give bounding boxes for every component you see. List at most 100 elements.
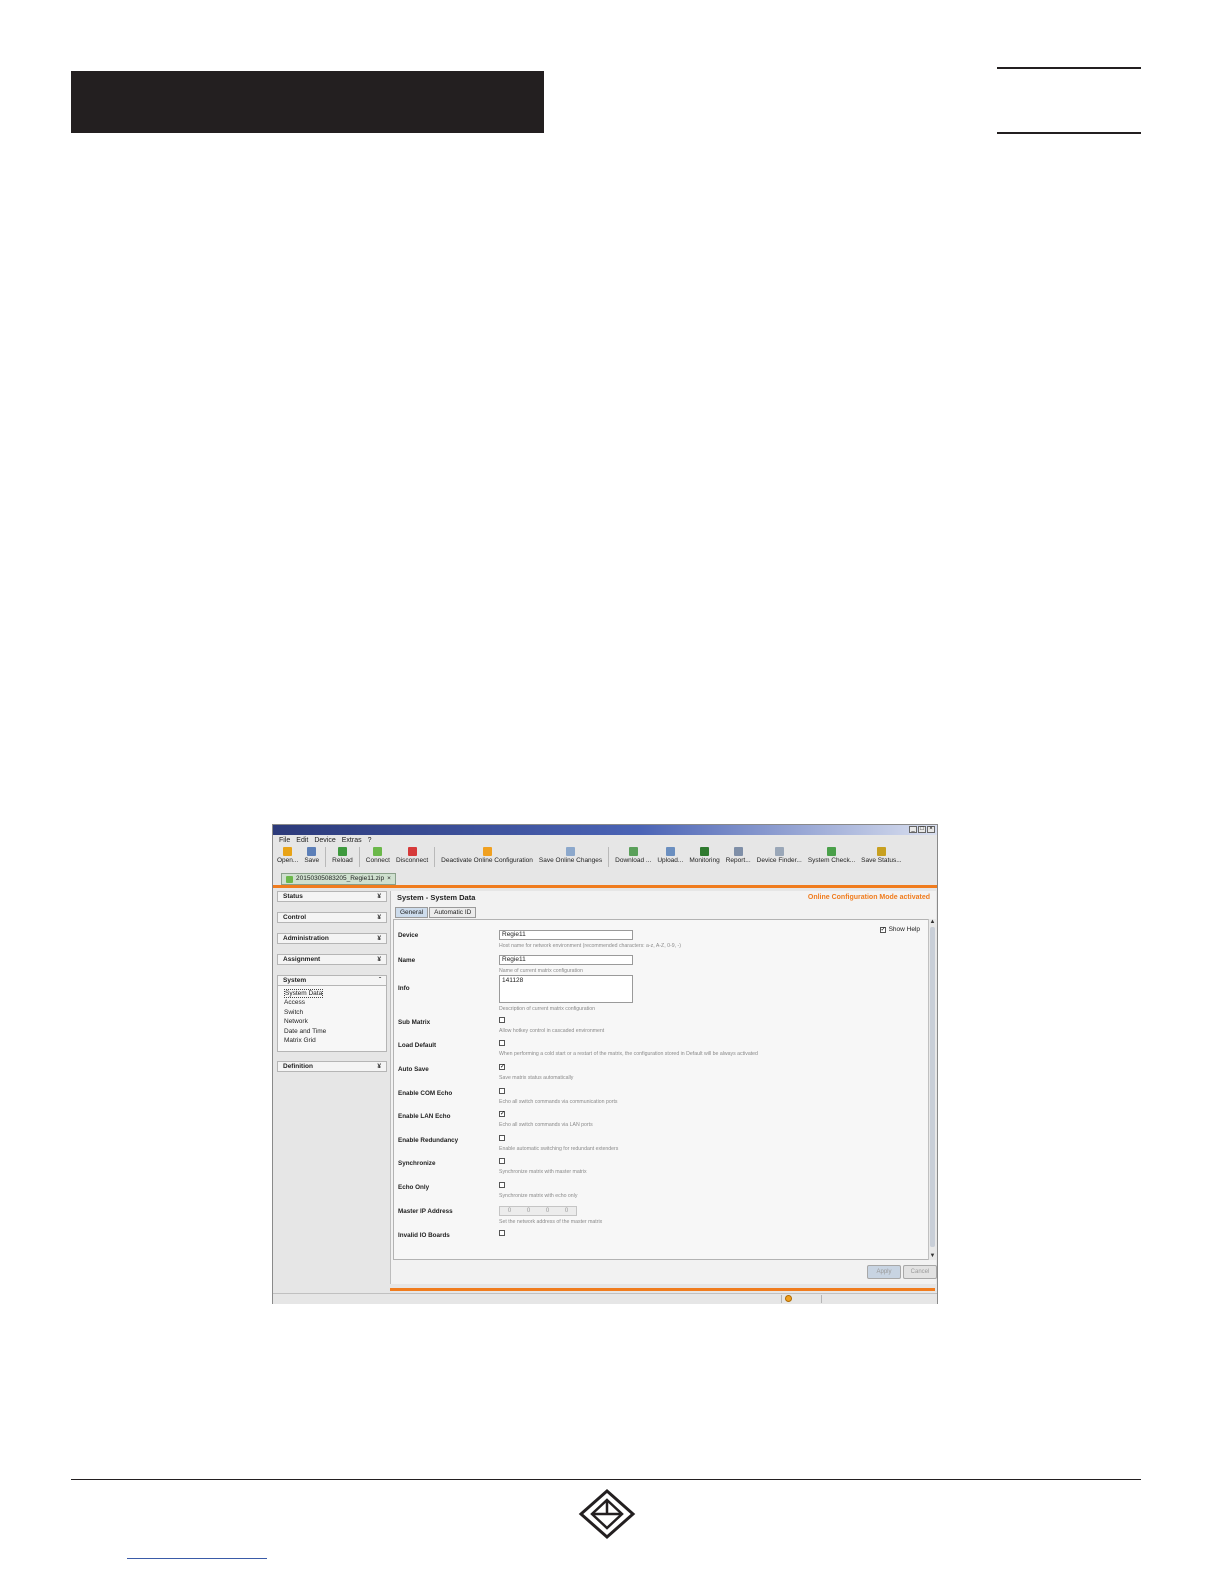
- menu-help[interactable]: ?: [368, 837, 372, 844]
- load-default-checkbox[interactable]: [499, 1040, 505, 1046]
- nav-section-definition[interactable]: Definition ¥: [277, 1061, 387, 1073]
- toolbar-label: Save: [304, 857, 320, 864]
- folder-open-icon: [283, 847, 293, 856]
- maximize-button[interactable]: □: [918, 826, 926, 833]
- sub-matrix-checkbox[interactable]: [499, 1017, 505, 1023]
- cancel-button[interactable]: Cancel: [903, 1265, 937, 1279]
- nav-section-status[interactable]: Status ¥: [277, 891, 387, 902]
- toolbar-button-upload[interactable]: Upload...: [657, 847, 683, 864]
- enable-lan-echo-label: Enable LAN Echo: [398, 1113, 451, 1120]
- toolbar-label: Monitoring: [689, 857, 720, 864]
- enable-redundancy-control: [499, 1135, 505, 1141]
- toolbar-label: Upload...: [657, 857, 684, 864]
- toolbar-label: Report...: [725, 857, 751, 864]
- document-tab[interactable]: 20150305083205_Regie11.zip ×: [281, 873, 396, 885]
- vertical-scrollbar[interactable]: ▲ ▼: [928, 919, 936, 1260]
- auto-save-checkbox[interactable]: ✓: [499, 1064, 505, 1070]
- menu-device[interactable]: Device: [314, 837, 335, 844]
- scrollbar-thumb[interactable]: [930, 927, 935, 1247]
- toolbar-button-save-status[interactable]: Save Status...: [861, 847, 902, 864]
- nav-item-matrix-grid[interactable]: Matrix Grid: [284, 1036, 380, 1045]
- scroll-down-icon[interactable]: ▼: [929, 1253, 936, 1260]
- tab-general[interactable]: General: [395, 907, 429, 918]
- toolbar-button-system-check[interactable]: System Check...: [808, 847, 855, 864]
- upload-icon: [665, 847, 675, 856]
- info-textarea[interactable]: 141128: [499, 975, 633, 1003]
- info-control: 141128: [499, 975, 633, 1003]
- navigation-panel: Status ¥ Control ¥ Administration ¥ Assi…: [277, 891, 387, 1082]
- device-label: Device: [398, 932, 419, 939]
- synchronize-checkbox[interactable]: [499, 1158, 505, 1164]
- menu-file[interactable]: File: [279, 837, 290, 844]
- echo-only-checkbox[interactable]: [499, 1182, 505, 1188]
- toolbar-button-online-config[interactable]: Deactivate Online Configuration: [441, 847, 533, 864]
- menu-extras[interactable]: Extras: [342, 837, 362, 844]
- enable-lan-echo-help-text: Echo all switch commands via LAN ports: [499, 1122, 593, 1128]
- toolbar-button-report[interactable]: Report...: [726, 847, 751, 864]
- zip-file-icon: [286, 875, 293, 883]
- sub-matrix-control: [499, 1017, 505, 1023]
- master-ip-address-field[interactable]: 0 0 0 0: [499, 1206, 577, 1216]
- page-title: System - System Data: [397, 893, 476, 902]
- nav-item-date-and-time[interactable]: Date and Time: [284, 1027, 380, 1036]
- nav-item-access[interactable]: Access: [284, 998, 380, 1007]
- nav-section-administration[interactable]: Administration ¥: [277, 933, 387, 944]
- toolbar-button-save[interactable]: Save: [304, 847, 319, 864]
- show-help-label: Show Help: [888, 926, 920, 933]
- toolbar-label: Save Online Changes: [538, 857, 603, 864]
- header-bar: [71, 71, 544, 133]
- accent-bar-top: [273, 885, 937, 888]
- status-divider: [781, 1295, 782, 1303]
- disconnect-icon: [407, 847, 417, 856]
- online-config-icon: [482, 847, 492, 856]
- toolbar-label: Save Status...: [861, 857, 902, 864]
- toolbar-button-device-finder[interactable]: Device Finder...: [757, 847, 802, 864]
- enable-com-echo-label: Enable COM Echo: [398, 1090, 453, 1097]
- info-help-text: Description of current matrix configurat…: [499, 1006, 596, 1012]
- toolbar-label: Connect: [365, 857, 390, 864]
- toolbar-button-save-online[interactable]: Save Online Changes: [539, 847, 602, 864]
- document-tab-label: 20150305083205_Regie11.zip: [296, 875, 385, 882]
- toolbar-button-monitoring[interactable]: Monitoring: [689, 847, 720, 864]
- nav-item-system-data[interactable]: System Data: [284, 989, 380, 998]
- toolbar-button-download[interactable]: Download ...: [615, 847, 651, 864]
- footer-rule: [71, 1479, 1141, 1480]
- synchronize-control: [499, 1158, 505, 1164]
- enable-com-echo-checkbox[interactable]: [499, 1088, 505, 1094]
- toolbar-separator: [434, 847, 436, 867]
- close-button[interactable]: ×: [927, 826, 935, 833]
- close-tab-icon[interactable]: ×: [387, 874, 391, 884]
- nav-section-assignment[interactable]: Assignment ¥: [277, 954, 387, 965]
- device-finder-icon: [774, 847, 784, 856]
- minimize-button[interactable]: _: [909, 826, 917, 833]
- nav-section-label: Control: [283, 914, 307, 921]
- scroll-up-icon[interactable]: ▲: [929, 919, 936, 926]
- nav-item-switch[interactable]: Switch: [284, 1008, 380, 1017]
- toolbar-button-reload[interactable]: Reload: [332, 847, 353, 864]
- nav-section-control[interactable]: Control ¥: [277, 912, 387, 923]
- show-help-toggle[interactable]: ✓ Show Help: [879, 926, 920, 933]
- invalid-io-boards-checkbox[interactable]: [499, 1230, 505, 1236]
- toolbar-button-connect[interactable]: Connect: [366, 847, 390, 864]
- nav-section-system[interactable]: System ˆ: [277, 975, 387, 986]
- toolbar-label: Reload: [332, 857, 353, 864]
- master-ip-address-help-text: Set the network address of the master ma…: [499, 1219, 603, 1225]
- nav-item-network[interactable]: Network: [284, 1017, 380, 1026]
- name-field[interactable]: Regie11: [499, 955, 633, 965]
- device-field[interactable]: Regie11: [499, 930, 633, 940]
- toolbar-button-disconnect[interactable]: Disconnect: [396, 847, 428, 864]
- menu-edit[interactable]: Edit: [296, 837, 308, 844]
- show-help-checkbox[interactable]: ✓: [879, 926, 886, 933]
- mode-status: Online Configuration Mode activated: [807, 894, 930, 901]
- sub-matrix-help-text: Allow hotkey control in cascaded environ…: [499, 1028, 605, 1034]
- toolbar-button-folder-open[interactable]: Open...: [277, 847, 298, 864]
- chevron-down-icon: ¥: [377, 956, 381, 963]
- tab-automatic-id[interactable]: Automatic ID: [429, 907, 477, 918]
- enable-lan-echo-checkbox[interactable]: ✓: [499, 1111, 505, 1117]
- apply-button[interactable]: Apply: [867, 1265, 901, 1279]
- system-check-icon: [826, 847, 836, 856]
- footer-link[interactable]: [127, 1558, 267, 1559]
- status-divider: [821, 1295, 822, 1303]
- enable-redundancy-checkbox[interactable]: [499, 1135, 505, 1141]
- auto-save-help-text: Save matrix status automatically: [499, 1075, 574, 1081]
